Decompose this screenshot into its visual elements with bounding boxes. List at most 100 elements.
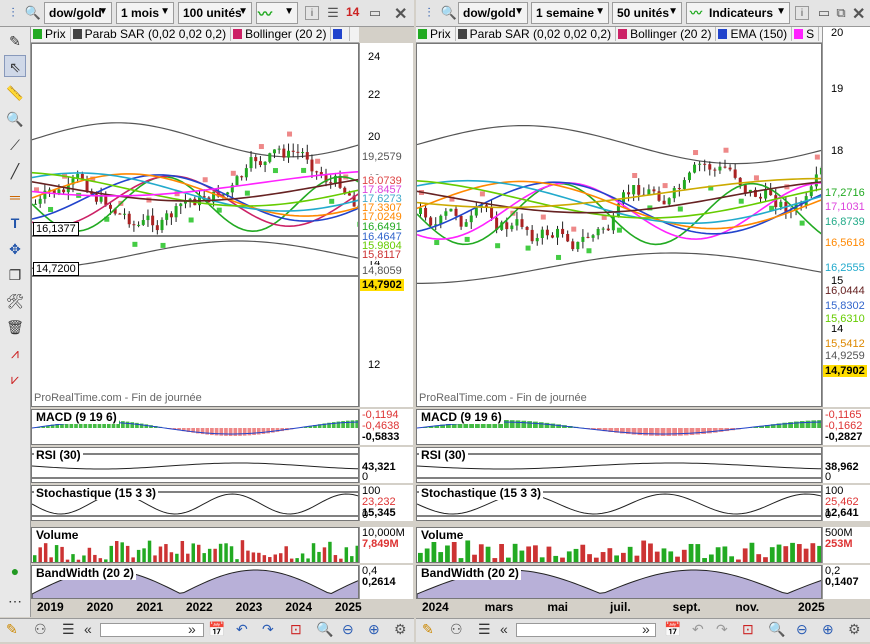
copy-tool-icon[interactable]: ❐ xyxy=(4,264,26,286)
undo-icon[interactable]: ↶ xyxy=(236,621,248,638)
period-select[interactable]: 1 semaine ▼ xyxy=(531,2,609,24)
network-icon[interactable]: ⚇ xyxy=(34,621,47,638)
horizontal-line-tool-icon[interactable]: ═ xyxy=(4,186,26,208)
info-icon[interactable]: i xyxy=(305,6,319,20)
rsi-panel[interactable]: RSI (30) xyxy=(31,447,359,483)
zoom-out-icon[interactable]: ⊖ xyxy=(796,621,808,638)
units-select[interactable]: 100 unités ▼ xyxy=(178,2,252,24)
alert-icon[interactable]: ● xyxy=(4,560,26,582)
chart-style-select[interactable]: 〰 ▼ xyxy=(256,2,298,24)
legend-item[interactable]: S xyxy=(792,27,820,41)
legend-item[interactable]: Bollinger (20 2) xyxy=(616,27,717,41)
sar-dot xyxy=(525,245,531,251)
forward-icon[interactable]: » xyxy=(642,621,650,637)
candle-body xyxy=(667,198,671,205)
zoom-area-icon[interactable]: ⊡ xyxy=(742,621,754,638)
right-price-chart[interactable]: ProRealTime.com - Fin de journée xyxy=(416,43,822,407)
scroll-slider[interactable] xyxy=(516,623,656,637)
indicator-up-icon[interactable]: ⩘ xyxy=(4,342,26,364)
settings-icon[interactable]: ⚙ xyxy=(848,621,861,638)
sar-dot xyxy=(479,191,485,197)
legend-item[interactable]: Bollinger (20 2) xyxy=(231,27,332,41)
stoch-panel[interactable]: Stochastique (15 3 3) xyxy=(31,485,359,521)
text-tool-icon[interactable]: T xyxy=(4,212,26,234)
chart-type-icon[interactable]: ⫶ xyxy=(420,4,438,22)
legend-item[interactable]: EMA (150) xyxy=(716,27,793,41)
volume-panel[interactable]: Volume xyxy=(31,527,359,563)
calendar-icon[interactable]: 📅 xyxy=(664,621,681,638)
cursor-tool-icon[interactable]: ⇖ xyxy=(4,55,26,77)
left-price-chart[interactable]: ProRealTime.com - Fin de journée 16,1377… xyxy=(31,43,359,407)
chevron-down-icon: ▼ xyxy=(514,6,524,17)
chart-type-icon[interactable]: ⫶ xyxy=(4,4,22,22)
zoom-fit-icon[interactable]: 🔍 xyxy=(316,621,333,638)
left-price-axis[interactable]: 2422201816141219,257918,073917,845717,62… xyxy=(359,43,413,407)
macd-panel[interactable]: MACD (9 19 6) xyxy=(31,409,359,445)
units-select[interactable]: 50 unités ▼ xyxy=(612,2,682,24)
menu-icon[interactable]: ☰ xyxy=(478,621,491,638)
volume-bar xyxy=(526,546,532,562)
maximize-icon[interactable]: ⧉ xyxy=(832,4,850,22)
rewind-icon[interactable]: « xyxy=(84,621,92,637)
volume-panel[interactable]: Volume xyxy=(416,527,822,563)
minimize-icon[interactable]: ▭ xyxy=(815,4,833,22)
price-value-label: 16,5618 xyxy=(823,237,867,249)
candle-body xyxy=(137,224,141,226)
close-icon[interactable]: ✕ xyxy=(394,4,407,24)
legend-item[interactable]: Prix xyxy=(416,27,456,41)
minimize-icon[interactable]: ▭ xyxy=(366,4,384,22)
period-select[interactable]: 1 mois ▼ xyxy=(116,2,174,24)
redo-icon[interactable]: ↷ xyxy=(262,621,274,638)
search-icon[interactable]: 🔍 xyxy=(440,4,458,22)
macd-panel[interactable]: MACD (9 19 6) xyxy=(416,409,822,445)
trendline-tool-icon[interactable]: ╱ xyxy=(4,160,26,182)
volume-bar xyxy=(587,554,592,562)
volume-bar xyxy=(229,546,234,562)
sar-dot xyxy=(632,173,638,179)
indicators-select[interactable]: 〰 Indicateurs ▼ xyxy=(686,2,790,24)
volume-bar xyxy=(246,550,250,562)
legend-item[interactable]: Prix xyxy=(31,27,71,41)
instrument-select[interactable]: dow/gold ▼ xyxy=(44,2,112,24)
pencil-icon[interactable]: ✎ xyxy=(6,621,18,638)
volume-bar xyxy=(207,548,212,562)
ruler-tool-icon[interactable]: 📏 xyxy=(4,82,26,104)
legend-item[interactable] xyxy=(331,27,351,41)
instrument-select[interactable]: dow/gold ▼ xyxy=(458,2,528,24)
zoom-in-icon[interactable]: ⊕ xyxy=(368,621,380,638)
indicator-down-icon[interactable]: ⩗ xyxy=(4,368,26,390)
volume-bar xyxy=(546,546,552,562)
line-tool-icon[interactable]: ⟋ xyxy=(4,134,26,156)
move-tool-icon[interactable]: ✥ xyxy=(4,238,26,260)
info-icon[interactable]: i xyxy=(795,6,809,20)
settings-icon[interactable]: ⚙ xyxy=(394,621,407,638)
settings-icon[interactable]: ☰ xyxy=(324,4,342,22)
zoom-area-icon[interactable]: ⊡ xyxy=(290,621,302,638)
legend-item[interactable]: Parab SAR (0,02 0,02 0,2) xyxy=(456,27,617,41)
pencil-icon[interactable]: ✎ xyxy=(422,621,434,638)
network-icon[interactable]: ⚇ xyxy=(450,621,463,638)
zoom-in-icon[interactable]: ⊕ xyxy=(822,621,834,638)
calendar-icon[interactable]: 📅 xyxy=(208,621,225,638)
legend-item[interactable]: Parab SAR (0,02 0,02 0,2) xyxy=(71,27,232,41)
menu-icon[interactable]: ☰ xyxy=(62,621,75,638)
rsi-panel[interactable]: RSI (30) xyxy=(416,447,822,483)
search-icon[interactable]: 🔍 xyxy=(24,4,42,22)
stoch-axis: 100 25,462 12,641 0 xyxy=(822,485,870,521)
close-icon[interactable]: ✕ xyxy=(852,4,865,24)
bandwidth-panel[interactable]: BandWidth (20 2) xyxy=(416,565,822,599)
undo-icon[interactable]: ↶ xyxy=(692,621,704,638)
tools-icon[interactable]: 🛠 xyxy=(4,290,26,312)
redo-icon[interactable]: ↷ xyxy=(716,621,728,638)
pencil-tool-icon[interactable]: ✎ xyxy=(4,30,26,52)
right-price-axis[interactable]: 20 19 18 15 14 17,2716 17,1031 16,8739 16,5618 16… xyxy=(822,27,870,407)
zoom-fit-icon[interactable]: 🔍 xyxy=(768,621,785,638)
stoch-panel[interactable]: Stochastique (15 3 3) xyxy=(416,485,822,521)
forward-icon[interactable]: » xyxy=(188,621,196,637)
rewind-icon[interactable]: « xyxy=(500,621,508,637)
zoom-out-icon[interactable]: ⊖ xyxy=(342,621,354,638)
trash-icon[interactable]: 🗑 xyxy=(4,316,26,338)
more-icon[interactable]: ⋯ xyxy=(4,590,26,612)
zoom-tool-icon[interactable]: 🔍 xyxy=(4,108,26,130)
bandwidth-panel[interactable]: BandWidth (20 2) xyxy=(31,565,359,599)
